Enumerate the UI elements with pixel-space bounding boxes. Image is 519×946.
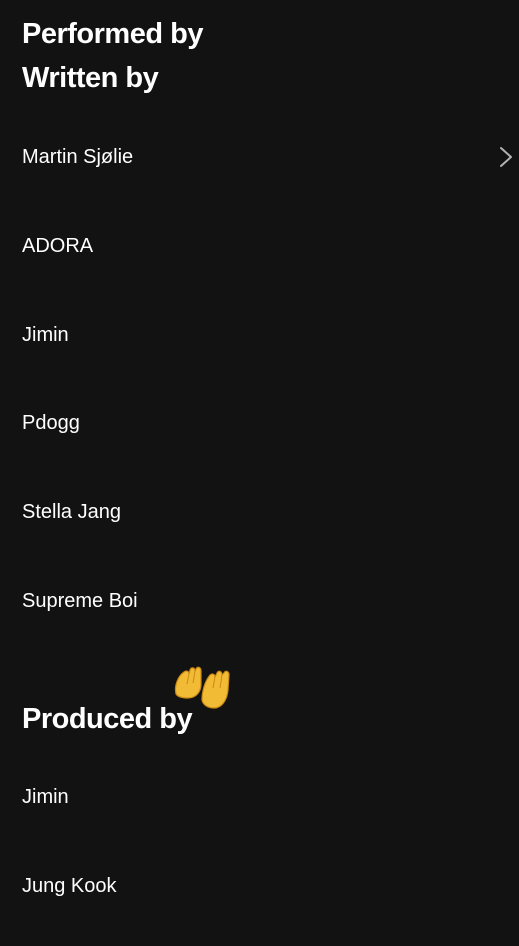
credit-row-writer-4[interactable]: Pdogg [0,395,519,451]
credit-row-writer-5[interactable]: Stella Jang [0,484,519,540]
credit-row-producer-2[interactable]: Jung Kook [0,858,519,914]
credit-row-writer-1[interactable]: Martin Sjølie [0,129,519,185]
performed-by-heading: Performed by [22,18,203,50]
credit-name: Jung Kook [22,875,117,897]
credit-name: ADORA [22,235,94,257]
written-by-heading: Written by [22,62,159,94]
credit-name: Pdogg [22,412,80,434]
credit-name: Supreme Boi [22,590,138,612]
credit-row-writer-3[interactable]: Jimin [0,307,519,363]
credit-name: Stella Jang [22,501,121,523]
chevron-right-icon [500,147,512,167]
credit-name: Martin Sjølie [22,146,134,168]
credit-row-writer-6[interactable]: Supreme Boi [0,573,519,629]
produced-by-heading: Produced by [22,703,193,735]
credit-name: Jimin [22,786,69,808]
credit-name: Jimin [22,324,69,346]
credit-row-producer-1[interactable]: Jimin [0,769,519,825]
credit-row-writer-2[interactable]: ADORA [0,218,519,274]
